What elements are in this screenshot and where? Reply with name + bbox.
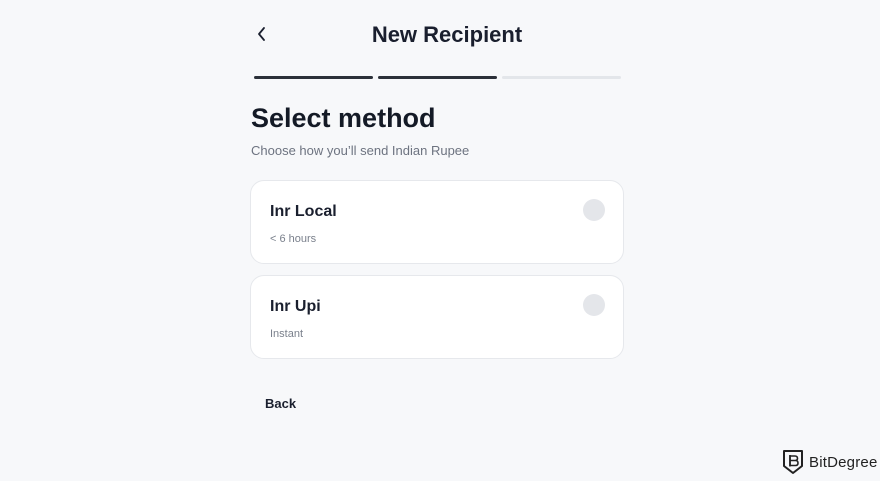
section-heading: Select method [251,103,436,133]
bitdegree-watermark: BitDegree [782,449,878,475]
method-radio[interactable] [583,294,605,316]
method-option-inr-local[interactable]: Inr Local < 6 hours [250,180,624,264]
page: New Recipient Select method Choose how y… [0,0,880,481]
watermark-text: BitDegree [809,453,878,471]
method-radio[interactable] [583,199,605,221]
back-button[interactable]: Back [265,396,296,411]
page-title: New Recipient [371,22,523,47]
method-eta: < 6 hours [270,233,317,245]
section-subheading: Choose how you’ll send Indian Rupee [251,143,470,158]
method-option-inr-upi[interactable]: Inr Upi Instant [250,275,624,359]
progress-step-3 [502,76,621,79]
progress-step-2 [378,76,497,79]
step-progress-bar [254,76,621,79]
method-name: Inr Upi [270,298,321,315]
progress-step-1 [254,76,373,79]
method-name: Inr Local [270,203,337,220]
method-eta: Instant [270,328,304,340]
bitdegree-shield-icon [783,450,803,474]
